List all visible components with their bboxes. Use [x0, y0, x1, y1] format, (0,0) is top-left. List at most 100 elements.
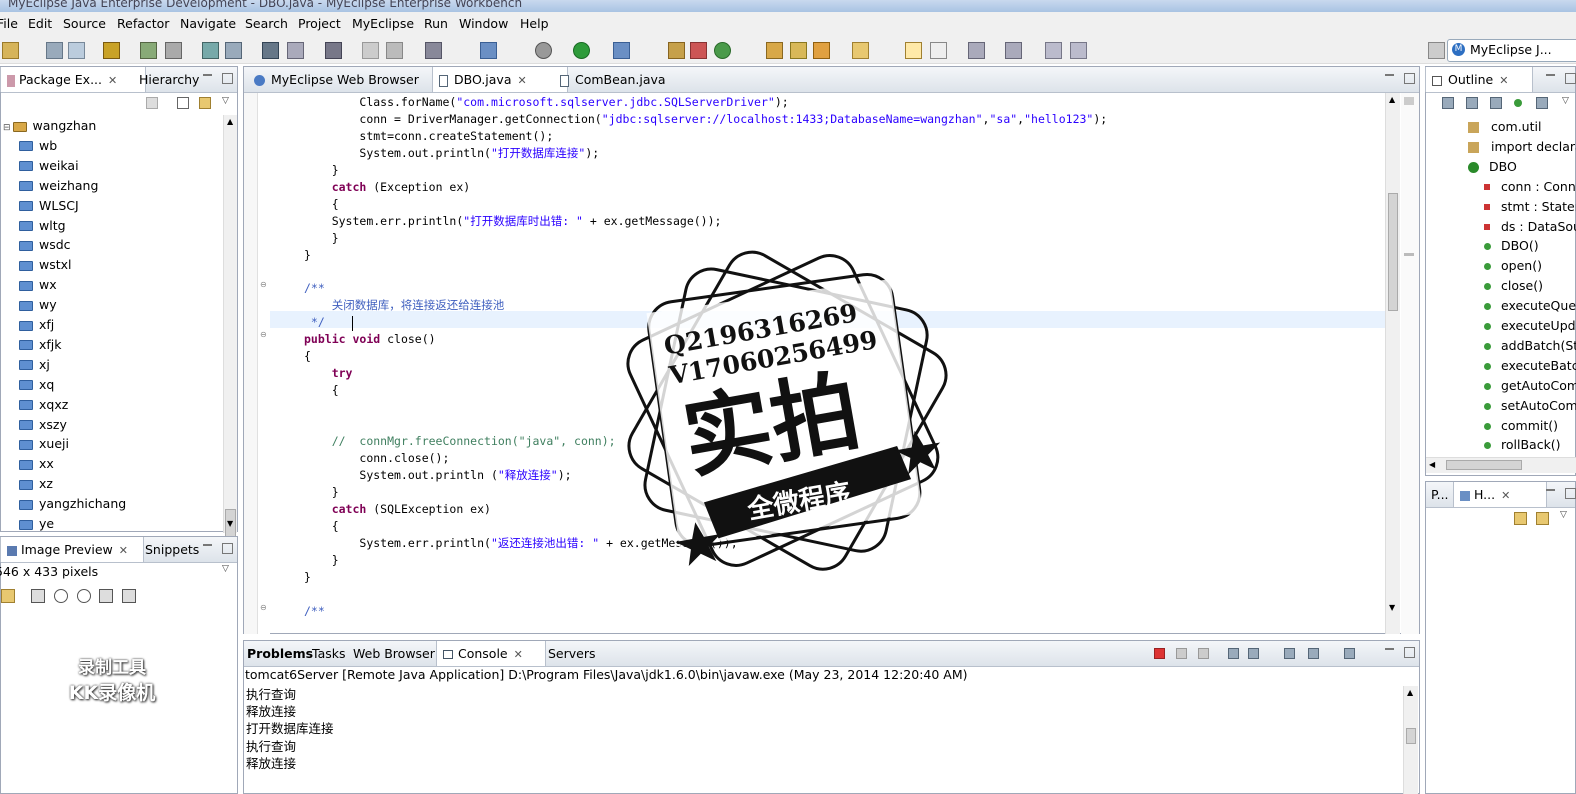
zoom-in-icon[interactable]	[77, 589, 91, 603]
list-item[interactable]: weizhang	[19, 176, 98, 196]
minimize-icon[interactable]	[203, 541, 212, 546]
view-menu-icon[interactable]: ▽	[222, 564, 229, 574]
menu-refactor[interactable]: Refactor	[117, 16, 169, 31]
menu-file[interactable]: File	[0, 16, 18, 31]
full-screen-icon[interactable]	[122, 589, 136, 603]
scroll-up-icon[interactable]: ▲	[227, 117, 233, 126]
list-item[interactable]: ⊟ wangzhan	[3, 116, 96, 136]
scroll-thumb[interactable]	[1388, 193, 1398, 311]
server-icon[interactable]	[165, 42, 182, 59]
outline-item[interactable]: stmt : Statement	[1484, 197, 1576, 217]
editor-vertical-scrollbar[interactable]: ▲ ▼	[1385, 93, 1400, 634]
actual-size-icon[interactable]	[99, 589, 113, 603]
open-console-icon[interactable]	[1344, 648, 1355, 659]
outline-item[interactable]: conn : Connection	[1484, 177, 1576, 197]
list-item[interactable]: xq	[19, 375, 54, 395]
hide-fields-icon[interactable]	[1466, 97, 1478, 109]
open-perspective-icon[interactable]	[1428, 42, 1445, 59]
scroll-lock-icon[interactable]	[1248, 648, 1259, 659]
ejb-icon[interactable]	[225, 42, 242, 59]
tab-servers[interactable]: Servers	[542, 641, 602, 666]
refresh-icon[interactable]	[1, 589, 15, 603]
minimize-icon[interactable]	[1546, 71, 1555, 76]
wizard-icon[interactable]	[202, 42, 219, 59]
fold-icon[interactable]: ⊖	[260, 603, 267, 612]
minimize-icon[interactable]	[1546, 486, 1555, 491]
new-icon[interactable]	[2, 42, 19, 59]
hibernate-icon[interactable]	[262, 42, 279, 59]
list-item[interactable]: WLSCJ	[19, 196, 79, 216]
run-icon[interactable]	[573, 42, 590, 59]
tab-web-browser[interactable]: MyEclipse Web Browser	[248, 67, 425, 92]
save-icon[interactable]	[46, 42, 63, 59]
copy-icon[interactable]	[386, 42, 403, 59]
tab-combean-java[interactable]: ComBean.java	[554, 67, 672, 92]
maximize-icon[interactable]	[1404, 73, 1415, 84]
link-editor-icon[interactable]	[199, 97, 211, 109]
scroll-left-icon[interactable]: ◀	[1429, 460, 1435, 469]
menu-navigate[interactable]: Navigate	[180, 16, 236, 31]
outline-item[interactable]: close()	[1484, 276, 1543, 296]
maximize-icon[interactable]	[222, 73, 233, 84]
terminate-icon[interactable]	[1154, 648, 1165, 659]
db-icon[interactable]	[287, 42, 304, 59]
search-icon[interactable]	[790, 42, 807, 59]
tab-package-explorer[interactable]: Package Ex... ✕	[0, 67, 146, 92]
list-item[interactable]: yangzhichang	[19, 494, 126, 514]
list-item[interactable]: xqxz	[19, 395, 68, 415]
perspective-switcher[interactable]: M MyEclipse J...	[1447, 39, 1576, 62]
fit-icon[interactable]	[31, 589, 45, 603]
menu-edit[interactable]: Edit	[28, 16, 52, 31]
close-icon[interactable]: ✕	[517, 74, 526, 87]
maximize-icon[interactable]	[1565, 488, 1576, 499]
close-icon[interactable]: ✕	[119, 544, 128, 557]
collapse-all-icon[interactable]	[177, 97, 189, 109]
minimize-icon[interactable]	[203, 71, 212, 76]
list-item[interactable]: wx	[19, 275, 57, 295]
clear-console-icon[interactable]	[1228, 648, 1239, 659]
maximize-icon[interactable]	[222, 543, 233, 554]
tab-image-preview[interactable]: Image Preview ✕	[0, 537, 144, 562]
scroll-up-icon[interactable]: ▲	[1407, 688, 1413, 697]
close-icon[interactable]: ✕	[514, 648, 523, 661]
deploy-icon[interactable]	[140, 42, 157, 59]
outline-item[interactable]: addBatch(String)	[1484, 336, 1576, 356]
list-item[interactable]: xx	[19, 454, 54, 474]
maximize-icon[interactable]	[1404, 647, 1415, 658]
close-icon[interactable]: ✕	[1499, 74, 1508, 87]
display-console-icon[interactable]	[1308, 648, 1319, 659]
tab-dbo-java[interactable]: DBO.java ✕	[432, 67, 568, 92]
minimize-icon[interactable]	[1385, 645, 1394, 650]
menu-myeclipse[interactable]: MyEclipse	[352, 16, 414, 31]
link-icon[interactable]	[1514, 512, 1527, 525]
tab-hierarchy[interactable]: Hierarchy	[133, 67, 205, 92]
sort-icon[interactable]	[1442, 97, 1454, 109]
list-item[interactable]: xfjk	[19, 335, 62, 355]
outline-item[interactable]: getAutoCommit()	[1484, 376, 1576, 396]
open-folder-icon[interactable]	[766, 42, 783, 59]
outline-item[interactable]: DBO	[1442, 157, 1517, 177]
menu-project[interactable]: Project	[298, 16, 341, 31]
browser-icon[interactable]	[325, 42, 342, 59]
run-external-icon[interactable]	[613, 42, 630, 59]
list-item[interactable]: wy	[19, 295, 57, 315]
pin-icon[interactable]	[1536, 512, 1549, 525]
list-item[interactable]: wsdc	[19, 235, 71, 255]
package-tree-scrollbar[interactable]: ▲ ▼	[223, 115, 237, 539]
forward-icon[interactable]	[1070, 42, 1087, 59]
open-type-icon[interactable]	[480, 42, 497, 59]
new-interface-icon[interactable]	[714, 42, 731, 59]
scroll-down-icon[interactable]: ▼	[1389, 603, 1395, 612]
outline-item[interactable]: com.util	[1442, 117, 1541, 137]
outline-item[interactable]: open()	[1484, 256, 1542, 276]
outline-item[interactable]: rollBack()	[1484, 435, 1561, 455]
annotation-icon[interactable]	[852, 42, 869, 59]
new-package-icon[interactable]	[668, 42, 685, 59]
scroll-up-icon[interactable]: ▲	[1389, 95, 1395, 104]
expand-icon[interactable]: ⊟	[3, 123, 11, 133]
list-item[interactable]: xj	[19, 355, 50, 375]
back-nav-icon[interactable]	[146, 97, 158, 109]
fold-icon[interactable]: ⊖	[260, 280, 267, 289]
show-whitespace-icon[interactable]	[930, 42, 947, 59]
toggle-mark-icon[interactable]	[905, 42, 922, 59]
